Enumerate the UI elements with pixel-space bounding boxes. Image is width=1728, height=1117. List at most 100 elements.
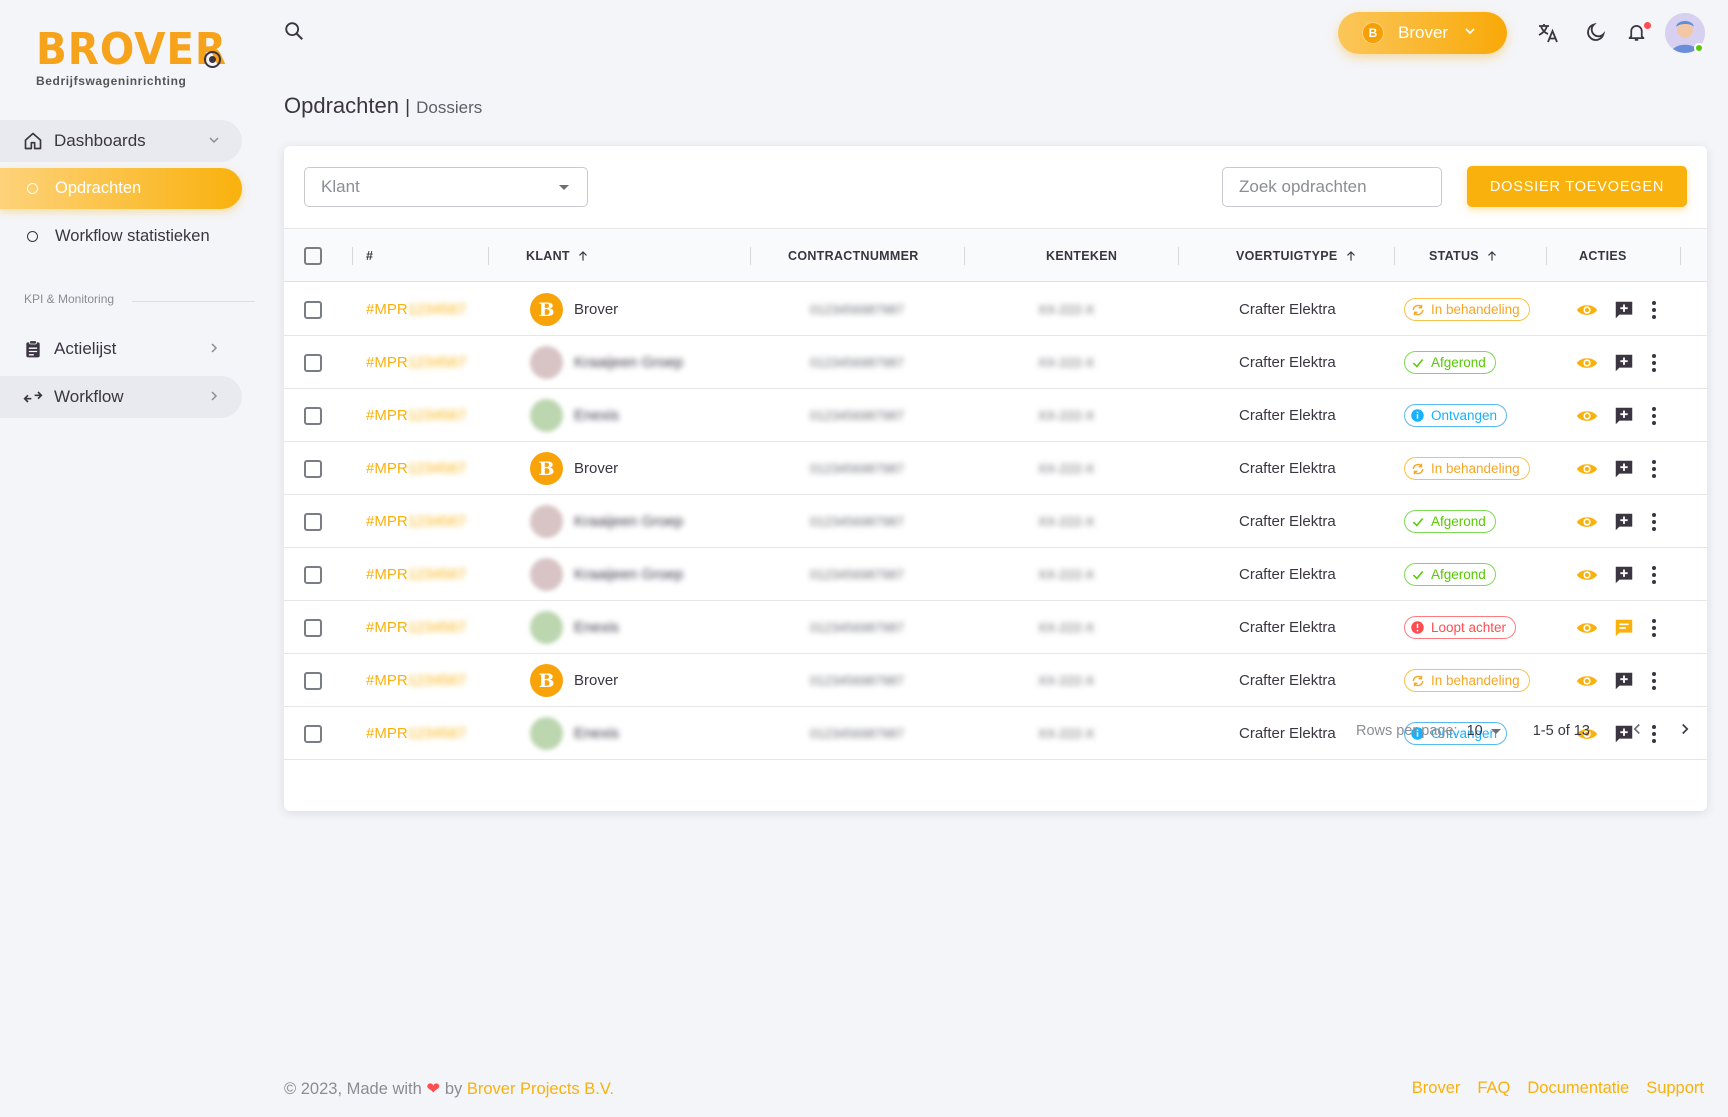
sidebar-item-opdrachten[interactable]: Opdrachten — [0, 168, 242, 209]
view-button[interactable] — [1576, 548, 1598, 601]
more-actions-button[interactable] — [1651, 336, 1657, 389]
comment-button[interactable] — [1613, 336, 1635, 389]
comment-button[interactable] — [1613, 548, 1635, 601]
dossier-id-link[interactable]: #MPR 1234567 — [366, 707, 466, 760]
contract-number: 0123456987987 — [810, 726, 904, 741]
dossier-id-link[interactable]: #MPR 1234567 — [366, 389, 466, 442]
dossier-id-link[interactable]: #MPR 1234567 — [366, 495, 466, 548]
status-badge: Afgerond — [1404, 510, 1496, 533]
caret-down-icon — [1490, 728, 1501, 734]
dossier-id: #MPR — [366, 513, 408, 530]
dossier-id: #MPR — [366, 354, 408, 371]
table-row[interactable]: #MPR 1234567 Kraaijeen Groep 0123456987987 X… — [284, 336, 1707, 389]
select-all-checkbox[interactable] — [304, 247, 322, 265]
row-checkbox[interactable] — [304, 300, 322, 319]
view-button[interactable] — [1576, 601, 1598, 654]
more-actions-button[interactable] — [1651, 601, 1657, 654]
dossier-id-link[interactable]: #MPR 1234567 — [366, 548, 466, 601]
klant-name: Brover — [574, 460, 619, 477]
table-row[interactable]: #MPR 1234567 Kraaijeen Groep 0123456987987 X… — [284, 548, 1707, 601]
klant-name: Enexis — [574, 407, 620, 424]
footer-link-documentatie[interactable]: Documentatie — [1527, 1079, 1629, 1098]
dossier-id-hidden: 1234567 — [407, 460, 467, 477]
company-link[interactable]: Brover Projects B.V. — [467, 1080, 614, 1098]
sidebar-item-actielijst[interactable]: Actielijst — [0, 328, 242, 370]
column-contractnummer[interactable]: CONTRACTNUMMER — [788, 229, 919, 283]
chevron-right-icon — [206, 388, 222, 409]
column-voertuigtype[interactable]: VOERTUIGTYPE — [1236, 229, 1358, 283]
row-checkbox[interactable] — [304, 512, 322, 531]
sidebar-item-dashboards[interactable]: Dashboards — [0, 120, 242, 162]
row-checkbox[interactable] — [304, 724, 322, 743]
eye-icon — [1576, 622, 1598, 633]
more-actions-button[interactable] — [1651, 442, 1657, 495]
table-row[interactable]: #MPR 1234567 B Brover 0123456987987 XX-222-X C… — [284, 442, 1707, 495]
sidebar-item-workflow[interactable]: Workflow — [0, 376, 242, 418]
row-checkbox[interactable] — [304, 459, 322, 478]
view-button[interactable] — [1576, 495, 1598, 548]
voertuigtype: Crafter Elektra — [1239, 566, 1336, 583]
table-row[interactable]: #MPR 1234567 Enexis 0123456987987 XX-222-X Cr… — [284, 389, 1707, 442]
klant-name: Kraaijeen Groep — [574, 354, 684, 371]
sidebar-item-workflow-statistieken[interactable]: Workflow statistieken — [0, 216, 242, 257]
search-icon[interactable] — [283, 20, 305, 47]
view-button[interactable] — [1576, 442, 1598, 495]
klant-name: Enexis — [574, 619, 620, 636]
dossier-id-link[interactable]: #MPR 1234567 — [366, 336, 466, 389]
view-button[interactable] — [1576, 283, 1598, 336]
row-checkbox[interactable] — [304, 671, 322, 690]
column-kenteken[interactable]: KENTEKEN — [1046, 229, 1117, 283]
table-row[interactable]: #MPR 1234567 B Brover 0123456987987 XX-222-X C… — [284, 283, 1707, 336]
column-label: KLANT — [526, 249, 570, 263]
row-checkbox[interactable] — [304, 565, 322, 584]
comment-button[interactable] — [1613, 283, 1635, 336]
dossier-id-link[interactable]: #MPR 1234567 — [366, 654, 466, 707]
comment-button[interactable] — [1613, 495, 1635, 548]
view-button[interactable] — [1576, 389, 1598, 442]
radio-dot-icon — [209, 56, 216, 63]
column-klant[interactable]: KLANT — [526, 229, 590, 283]
klant-select[interactable]: Klant — [304, 167, 588, 207]
footer-link-faq[interactable]: FAQ — [1477, 1079, 1510, 1098]
comment-button[interactable] — [1613, 654, 1635, 707]
row-checkbox[interactable] — [304, 353, 322, 372]
column-status[interactable]: STATUS — [1429, 229, 1499, 283]
tenant-switcher-button[interactable]: B Brover — [1338, 12, 1507, 54]
status-badge: Afgerond — [1404, 563, 1496, 586]
voertuigtype: Crafter Elektra — [1239, 619, 1336, 636]
klant-avatar — [530, 611, 563, 644]
more-actions-button[interactable] — [1651, 283, 1657, 336]
prev-page-button[interactable] — [1628, 720, 1646, 742]
more-actions-button[interactable] — [1651, 389, 1657, 442]
view-button[interactable] — [1576, 336, 1598, 389]
sidebar-pin-toggle[interactable] — [204, 51, 221, 68]
rows-per-page-select[interactable]: 10 — [1467, 723, 1501, 739]
row-checkbox[interactable] — [304, 406, 322, 425]
view-button[interactable] — [1576, 654, 1598, 707]
comment-button[interactable] — [1613, 442, 1635, 495]
dossier-id-link[interactable]: #MPR 1234567 — [366, 283, 466, 336]
column-id[interactable]: # — [366, 229, 373, 283]
more-actions-button[interactable] — [1651, 548, 1657, 601]
comment-button[interactable] — [1613, 389, 1635, 442]
footer-link-brover[interactable]: Brover — [1412, 1079, 1461, 1098]
row-checkbox[interactable] — [304, 618, 322, 637]
moon-icon[interactable] — [1585, 21, 1607, 48]
contract-number: 0123456987987 — [810, 461, 904, 476]
table-row[interactable]: #MPR 1234567 Kraaijeen Groep 0123456987987 X… — [284, 495, 1707, 548]
more-actions-button[interactable] — [1651, 495, 1657, 548]
search-input[interactable] — [1222, 167, 1442, 207]
table-row[interactable]: #MPR 1234567 B Brover 0123456987987 XX-222-X C… — [284, 654, 1707, 707]
footer-link-support[interactable]: Support — [1646, 1079, 1704, 1098]
translate-icon[interactable] — [1536, 21, 1560, 50]
next-page-button[interactable] — [1676, 720, 1694, 742]
table-row[interactable]: #MPR 1234567 Enexis 0123456987987 XX-222-X Cr… — [284, 601, 1707, 654]
comment-button[interactable] — [1613, 601, 1635, 654]
more-actions-button[interactable] — [1651, 654, 1657, 707]
column-divider — [964, 247, 965, 265]
dossier-id-link[interactable]: #MPR 1234567 — [366, 442, 466, 495]
column-divider — [488, 247, 489, 265]
add-dossier-button[interactable]: DOSSIER TOEVOEGEN — [1467, 166, 1687, 207]
kenteken: XX-222-X — [1038, 673, 1095, 688]
dossier-id-link[interactable]: #MPR 1234567 — [366, 601, 466, 654]
